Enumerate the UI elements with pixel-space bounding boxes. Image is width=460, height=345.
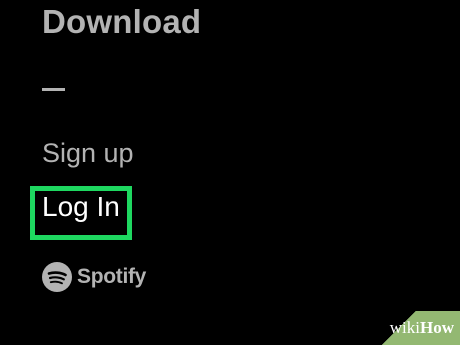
spotify-logo-icon [42, 262, 72, 292]
spotify-logo[interactable]: Spotify [42, 262, 146, 292]
wikihow-wiki-text: wiki [389, 318, 420, 337]
signup-link[interactable]: Sign up [42, 138, 134, 169]
wikihow-how-text: How [420, 318, 454, 337]
spotify-wordmark: Spotify [77, 265, 147, 288]
download-link[interactable]: Download [42, 3, 201, 41]
login-link[interactable]: Log In [42, 191, 120, 223]
menu-divider [42, 88, 65, 91]
mobile-menu: Download Sign up Log In Spotify [0, 0, 460, 345]
wikihow-watermark: wiki How [368, 311, 460, 345]
